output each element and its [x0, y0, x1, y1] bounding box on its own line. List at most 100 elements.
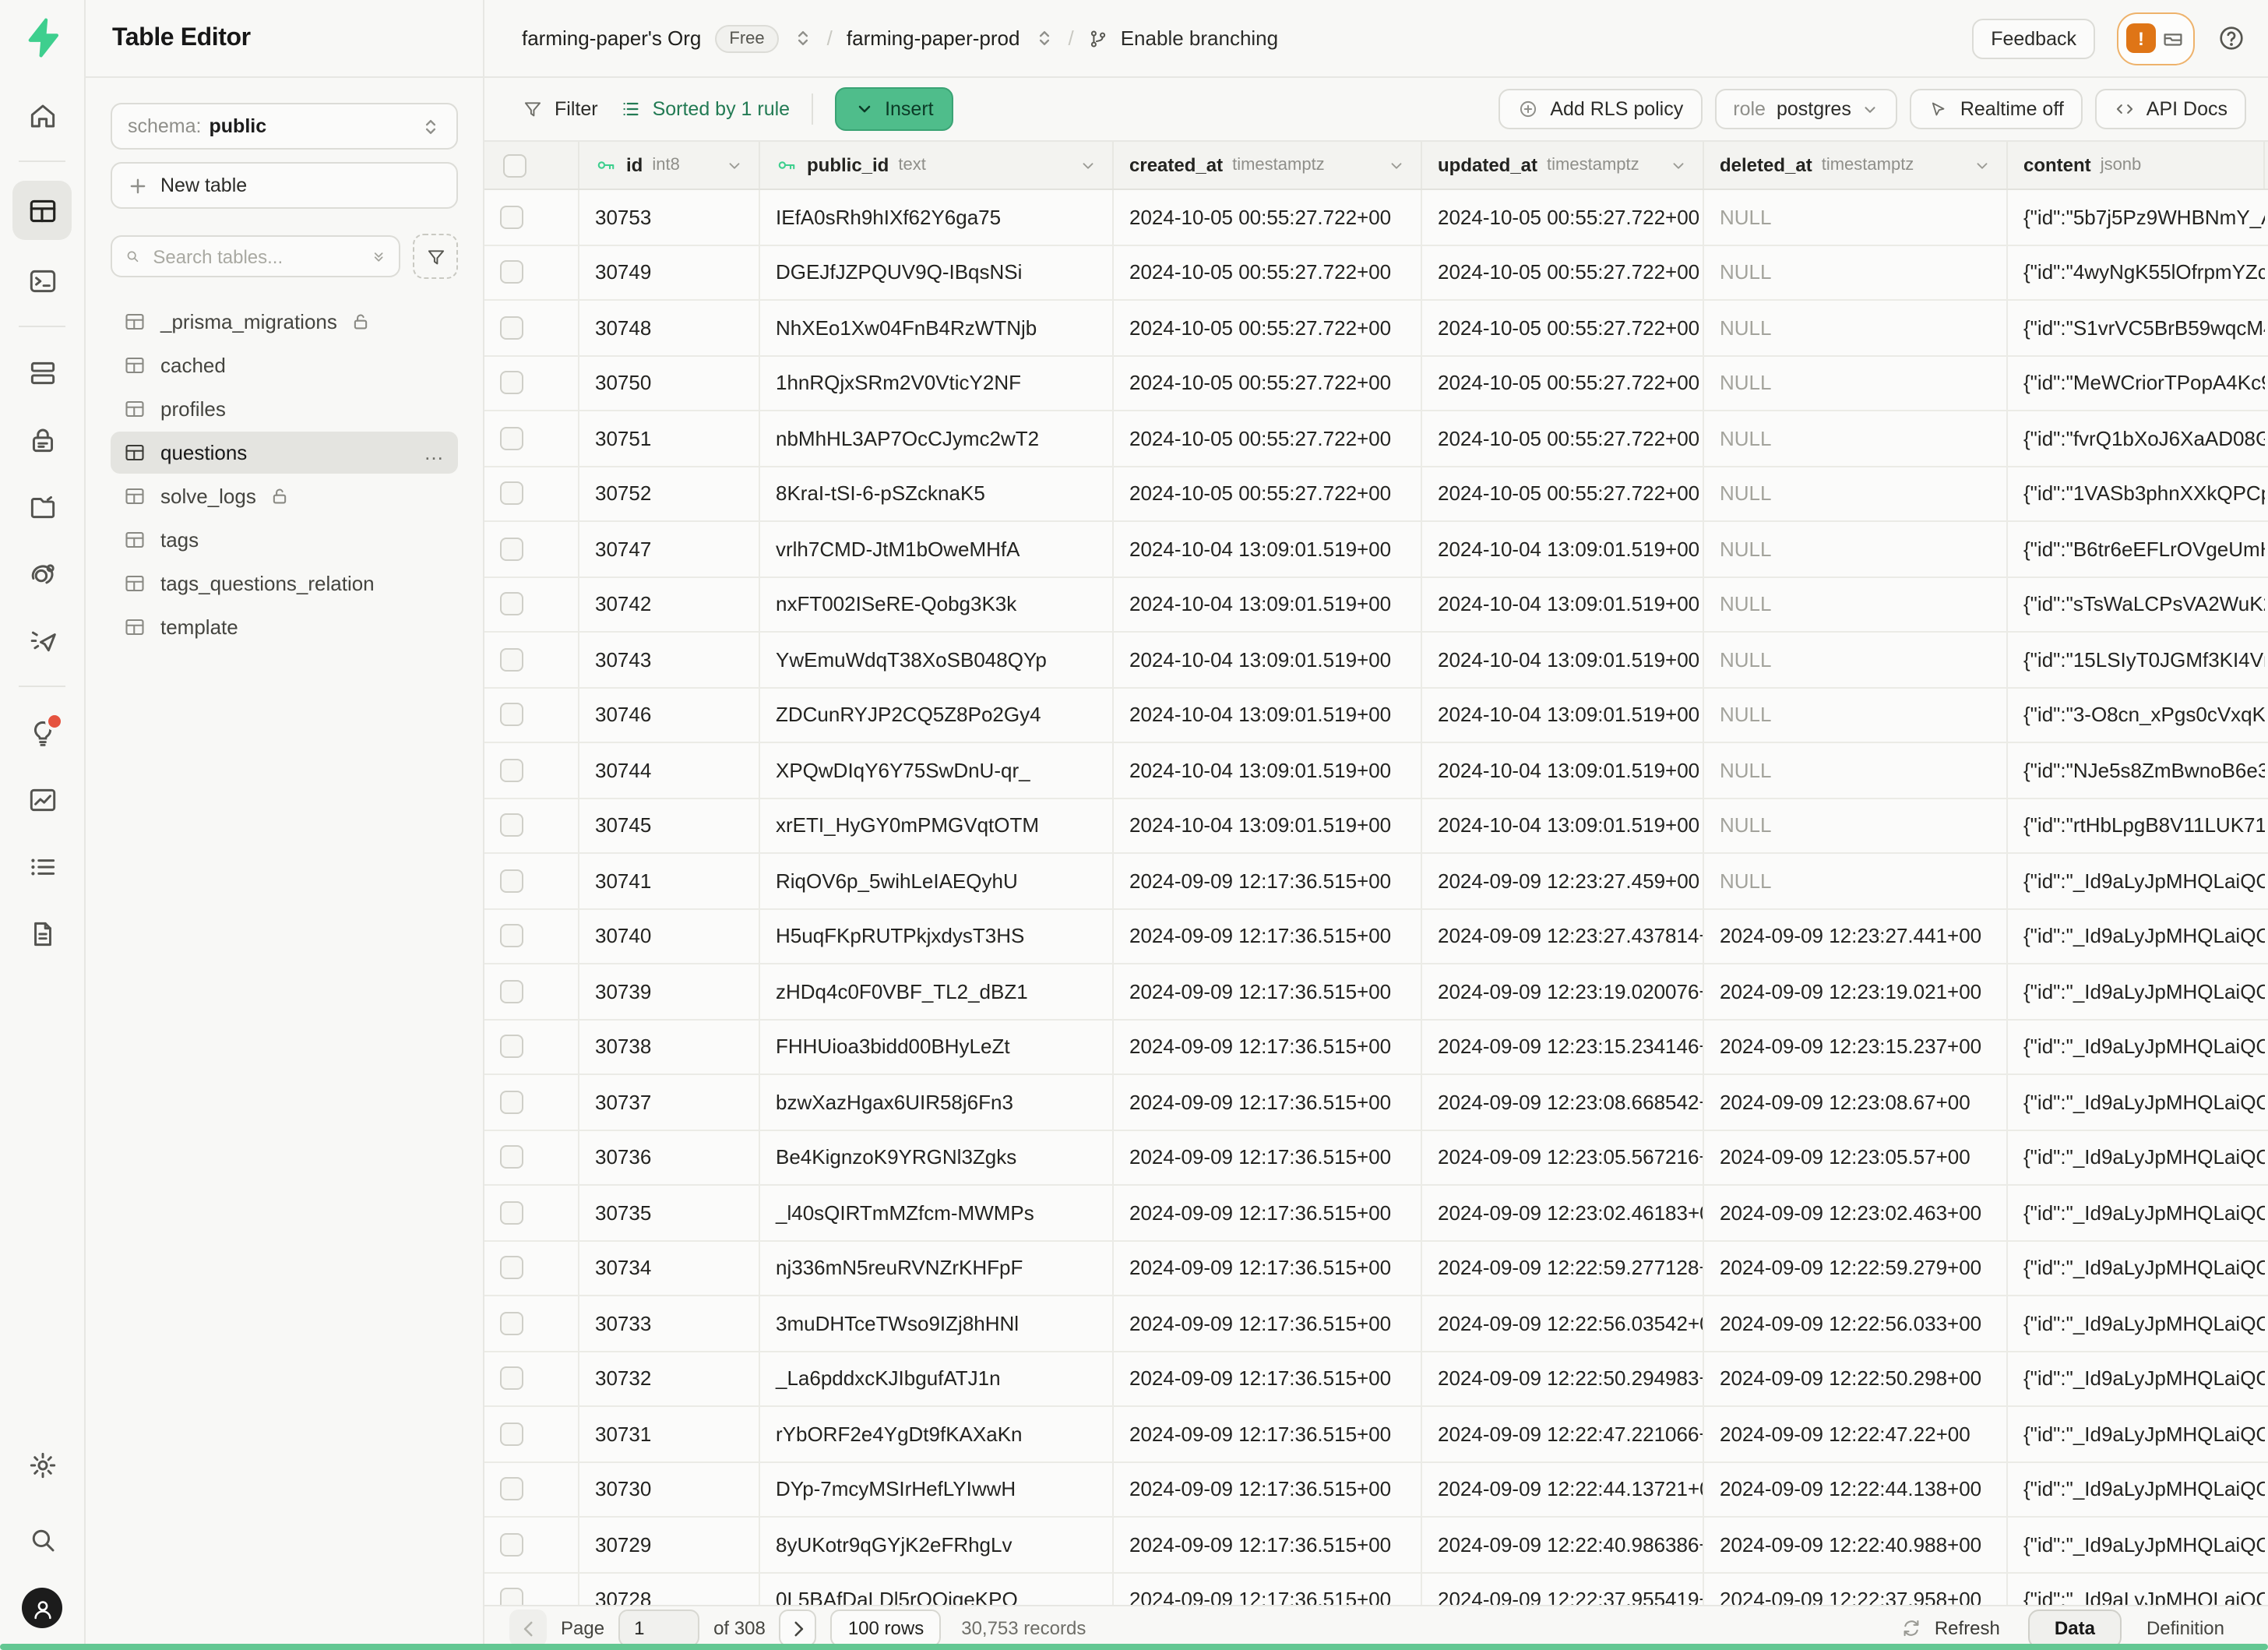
- refresh-button[interactable]: Refresh: [1900, 1617, 2000, 1639]
- cell-deleted-at[interactable]: 2024-09-09 12:22:59.279+00: [1704, 1241, 2008, 1295]
- cell-id[interactable]: 30732: [579, 1352, 760, 1405]
- cell-updated-at[interactable]: 2024-09-09 12:23:27.437814+00: [1422, 909, 1704, 963]
- table-filter-button[interactable]: [413, 234, 458, 279]
- cell-deleted-at[interactable]: 2024-09-09 12:23:15.237+00: [1704, 1020, 2008, 1074]
- enable-branching-button[interactable]: Enable branching: [1088, 26, 1278, 50]
- row-checkbox[interactable]: [500, 980, 523, 1003]
- cell-updated-at[interactable]: 2024-10-05 00:55:27.722+00: [1422, 190, 1704, 244]
- cell-id[interactable]: 30747: [579, 522, 760, 576]
- cell-updated-at[interactable]: 2024-10-05 00:55:27.722+00: [1422, 301, 1704, 354]
- cell-created-at[interactable]: 2024-10-04 13:09:01.519+00: [1114, 688, 1422, 742]
- cell-created-at[interactable]: 2024-09-09 12:17:36.515+00: [1114, 1296, 1422, 1350]
- row-checkbox[interactable]: [500, 1478, 523, 1501]
- cell-content[interactable]: {"id":"_Id9aLyJpMHQLaiQC: [2008, 1296, 2265, 1350]
- cell-updated-at[interactable]: 2024-10-05 00:55:27.722+00: [1422, 356, 1704, 410]
- cell-content[interactable]: {"id":"_Id9aLyJpMHQLaiQC: [2008, 909, 2265, 963]
- cell-updated-at[interactable]: 2024-09-09 12:22:47.221066+00: [1422, 1407, 1704, 1461]
- cell-content[interactable]: {"id":"NJe5s8ZmBwnoB6e3s: [2008, 743, 2265, 797]
- cell-id[interactable]: 30742: [579, 577, 760, 631]
- cell-id[interactable]: 30746: [579, 688, 760, 742]
- cell-deleted-at[interactable]: 2024-09-09 12:22:47.22+00: [1704, 1407, 2008, 1461]
- next-page-button[interactable]: [780, 1609, 817, 1647]
- cell-updated-at[interactable]: 2024-09-09 12:22:56.03542+00: [1422, 1296, 1704, 1350]
- cell-id[interactable]: 30735: [579, 1186, 760, 1239]
- row-checkbox[interactable]: [500, 1201, 523, 1225]
- row-checkbox[interactable]: [500, 1312, 523, 1335]
- cell-created-at[interactable]: 2024-09-09 12:17:36.515+00: [1114, 1020, 1422, 1074]
- supabase-logo-icon[interactable]: [22, 17, 62, 58]
- realtime-icon[interactable]: [12, 547, 72, 600]
- cell-deleted-at[interactable]: NULL: [1704, 743, 2008, 797]
- page-number-input[interactable]: 1: [618, 1609, 699, 1647]
- row-checkbox[interactable]: [500, 1367, 523, 1391]
- column-menu-icon[interactable]: [1079, 157, 1097, 174]
- row-checkbox[interactable]: [500, 925, 523, 948]
- cell-id[interactable]: 30738: [579, 1020, 760, 1074]
- cell-created-at[interactable]: 2024-10-05 00:55:27.722+00: [1114, 245, 1422, 299]
- cell-deleted-at[interactable]: NULL: [1704, 301, 2008, 354]
- cell-created-at[interactable]: 2024-09-09 12:17:36.515+00: [1114, 1186, 1422, 1239]
- new-table-button[interactable]: New table: [111, 162, 458, 209]
- row-checkbox[interactable]: [500, 427, 523, 450]
- cell-public-id[interactable]: 1hnRQjxSRm2V0VticY2NF: [760, 356, 1114, 410]
- cell-public-id[interactable]: 0L5BAfDaLDl5rQOiqeKPO: [760, 1573, 1114, 1605]
- cell-id[interactable]: 30744: [579, 743, 760, 797]
- horizontal-scrollbar[interactable]: [0, 1644, 2268, 1650]
- org-name[interactable]: farming-paper's Org: [522, 26, 701, 50]
- cell-id[interactable]: 30741: [579, 854, 760, 908]
- row-checkbox[interactable]: [500, 648, 523, 672]
- sidebar-table-questions[interactable]: questions…: [111, 432, 458, 474]
- cell-updated-at[interactable]: 2024-09-09 12:23:15.234146+00: [1422, 1020, 1704, 1074]
- cell-deleted-at[interactable]: NULL: [1704, 799, 2008, 852]
- cell-id[interactable]: 30750: [579, 356, 760, 410]
- filter-button[interactable]: Filter: [522, 98, 598, 120]
- cell-deleted-at[interactable]: 2024-09-09 12:23:27.441+00: [1704, 909, 2008, 963]
- cell-deleted-at[interactable]: 2024-09-09 12:23:02.463+00: [1704, 1186, 2008, 1239]
- column-menu-icon[interactable]: [1388, 157, 1405, 174]
- search-tables-input[interactable]: [150, 244, 361, 269]
- cell-id[interactable]: 30749: [579, 245, 760, 299]
- cell-created-at[interactable]: 2024-09-09 12:17:36.515+00: [1114, 964, 1422, 1018]
- cell-public-id[interactable]: _La6pddxcKJIbgufATJ1n: [760, 1352, 1114, 1405]
- cell-created-at[interactable]: 2024-09-09 12:17:36.515+00: [1114, 1075, 1422, 1129]
- cell-created-at[interactable]: 2024-09-09 12:17:36.515+00: [1114, 1573, 1422, 1605]
- project-switcher-icon[interactable]: [1034, 28, 1054, 48]
- cell-public-id[interactable]: 3muDHTceTWso9IZj8hHNl: [760, 1296, 1114, 1350]
- notifications-button[interactable]: !: [2117, 12, 2195, 65]
- cell-created-at[interactable]: 2024-10-04 13:09:01.519+00: [1114, 633, 1422, 686]
- cell-deleted-at[interactable]: NULL: [1704, 854, 2008, 908]
- database-icon[interactable]: [12, 346, 72, 399]
- cell-public-id[interactable]: _l40sQIRTmMZfcm-MWMPs: [760, 1186, 1114, 1239]
- cell-id[interactable]: 30733: [579, 1296, 760, 1350]
- cell-updated-at[interactable]: 2024-10-04 13:09:01.519+00: [1422, 799, 1704, 852]
- column-header-id[interactable]: idint8: [579, 142, 760, 189]
- cell-content[interactable]: {"id":"1VASb3phnXXkQPCpv: [2008, 467, 2265, 520]
- table-editor-icon[interactable]: [12, 181, 72, 240]
- cell-public-id[interactable]: nbMhHL3AP7OcCJymc2wT2: [760, 411, 1114, 465]
- cell-created-at[interactable]: 2024-09-09 12:17:36.515+00: [1114, 909, 1422, 963]
- tab-data[interactable]: Data: [2028, 1609, 2122, 1648]
- row-checkbox[interactable]: [500, 482, 523, 506]
- cell-created-at[interactable]: 2024-10-04 13:09:01.519+00: [1114, 743, 1422, 797]
- reports-icon[interactable]: [12, 773, 72, 826]
- help-icon[interactable]: [2217, 23, 2246, 53]
- cell-public-id[interactable]: DGEJfJZPQUV9Q-IBqsNSi: [760, 245, 1114, 299]
- cell-deleted-at[interactable]: NULL: [1704, 522, 2008, 576]
- cell-content[interactable]: {"id":"_Id9aLyJpMHQLaiQC: [2008, 1352, 2265, 1405]
- cell-content[interactable]: {"id":"5b7j5Pz9WHBNmY_A: [2008, 190, 2265, 244]
- cell-id[interactable]: 30752: [579, 467, 760, 520]
- cell-updated-at[interactable]: 2024-10-05 00:55:27.722+00: [1422, 245, 1704, 299]
- advisors-icon[interactable]: [12, 706, 72, 759]
- insert-button[interactable]: Insert: [835, 87, 954, 131]
- cell-id[interactable]: 30739: [579, 964, 760, 1018]
- cell-content[interactable]: {"id":"_Id9aLyJpMHQLaiQC: [2008, 1573, 2265, 1605]
- cell-content[interactable]: {"id":"_Id9aLyJpMHQLaiQC: [2008, 1130, 2265, 1184]
- column-menu-icon[interactable]: [1670, 157, 1687, 174]
- row-checkbox[interactable]: [500, 1588, 523, 1606]
- cell-deleted-at[interactable]: NULL: [1704, 633, 2008, 686]
- cell-content[interactable]: {"id":"_Id9aLyJpMHQLaiQC: [2008, 1241, 2265, 1295]
- cell-public-id[interactable]: Be4KignzoK9YRGNl3Zgks: [760, 1130, 1114, 1184]
- column-header-deleted_at[interactable]: deleted_attimestamptz: [1704, 142, 2008, 189]
- cell-updated-at[interactable]: 2024-09-09 12:22:40.986386+00: [1422, 1518, 1704, 1571]
- column-menu-icon[interactable]: [726, 157, 743, 174]
